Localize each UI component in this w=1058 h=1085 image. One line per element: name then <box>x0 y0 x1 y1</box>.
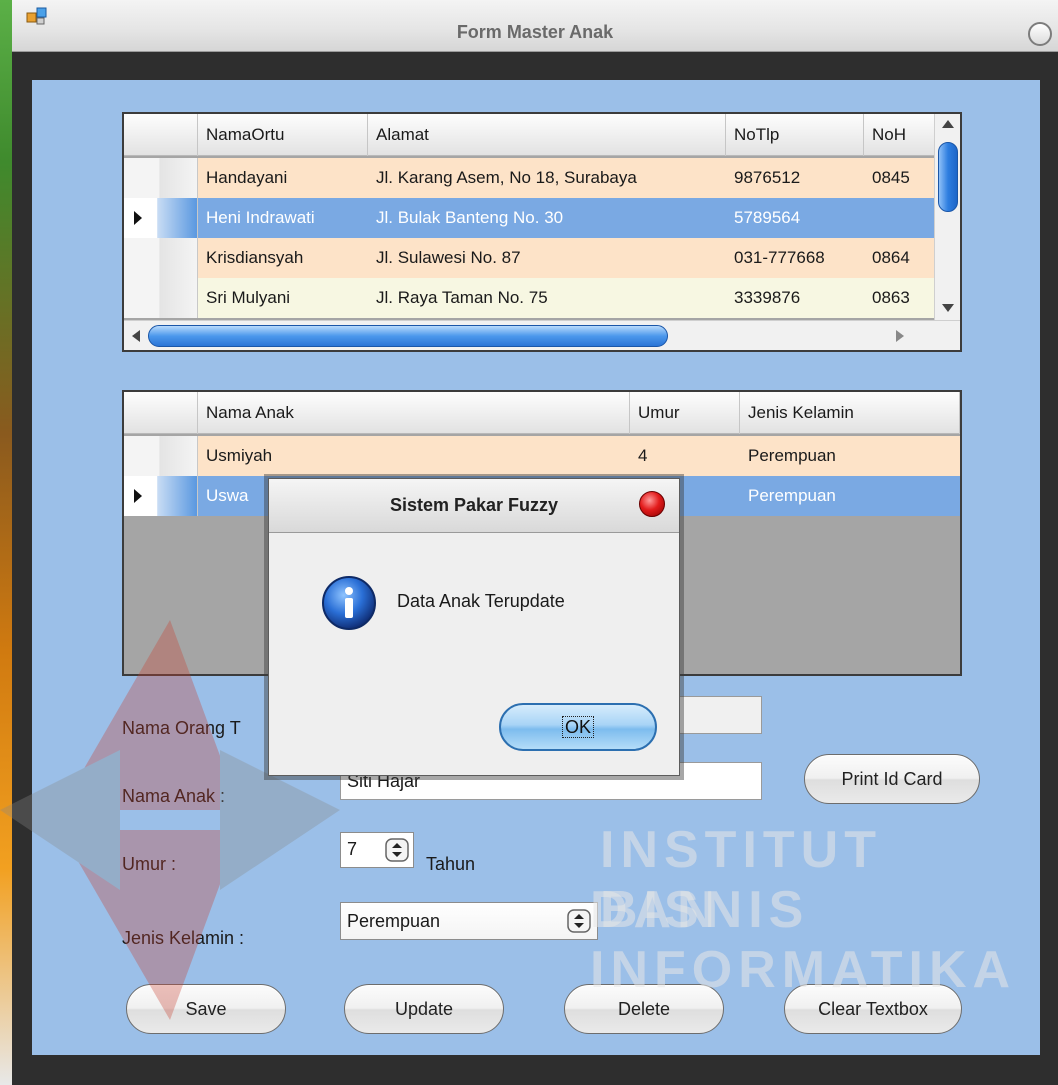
scroll-down-arrow-icon[interactable] <box>942 304 954 312</box>
cell-alamat[interactable]: Jl. Bulak Banteng No. 30 <box>368 198 726 238</box>
cell-notlp[interactable]: 5789564 <box>726 198 864 238</box>
column-header-jenis-kelamin[interactable]: Jenis Kelamin <box>740 392 960 434</box>
dialog-message: Data Anak Terupdate <box>397 591 565 611</box>
table-row[interactable]: Sri Mulyani Jl. Raya Taman No. 75 333987… <box>124 278 936 318</box>
row-header-selected[interactable] <box>124 198 198 238</box>
column-header-umur[interactable]: Umur <box>630 392 740 434</box>
row-selector-arrow-icon <box>134 489 142 503</box>
dialog-title-bar[interactable]: Sistem Pakar Fuzzy <box>269 479 679 533</box>
row-selector-arrow-icon <box>134 211 142 225</box>
children-grid-header: Nama Anak Umur Jenis Kelamin <box>124 392 960 434</box>
cell-alamat[interactable]: Jl. Karang Asem, No 18, Surabaya <box>368 158 726 198</box>
cell-nohp[interactable]: 0845 <box>864 158 936 198</box>
row-header-selected[interactable] <box>124 476 198 516</box>
parents-grid-horizontal-scrollbar[interactable] <box>124 320 960 350</box>
cell-umur[interactable]: 4 <box>630 436 740 476</box>
cell-nohp[interactable] <box>864 198 936 238</box>
cell-alamat[interactable]: Jl. Sulawesi No. 87 <box>368 238 726 278</box>
table-row[interactable]: Handayani Jl. Karang Asem, No 18, Suraba… <box>124 158 936 198</box>
close-icon[interactable] <box>639 491 665 517</box>
cell-namaortu[interactable]: Sri Mulyani <box>198 278 368 318</box>
column-header-namaortu[interactable]: NamaOrtu <box>198 114 368 156</box>
column-header-alamat[interactable]: Alamat <box>368 114 726 156</box>
row-header[interactable] <box>124 278 198 318</box>
scroll-thumb[interactable] <box>938 142 958 212</box>
table-row[interactable]: Krisdiansyah Jl. Sulawesi No. 87 031-777… <box>124 238 936 278</box>
umur-stepper[interactable]: 7 <box>340 832 414 868</box>
scroll-up-arrow-icon[interactable] <box>942 120 954 128</box>
message-dialog[interactable]: Sistem Pakar Fuzzy Data Anak Terupdate O… <box>268 478 680 776</box>
row-header[interactable] <box>124 238 198 278</box>
parents-grid-vertical-scrollbar[interactable] <box>934 114 960 320</box>
spinner-arrows-icon[interactable] <box>385 838 409 862</box>
cell-alamat[interactable]: Jl. Raya Taman No. 75 <box>368 278 726 318</box>
clear-textbox-button[interactable]: Clear Textbox <box>784 984 962 1034</box>
cell-notlp[interactable]: 3339876 <box>726 278 864 318</box>
title-bar[interactable]: Form Master Anak <box>12 0 1058 52</box>
grid-corner <box>124 392 198 434</box>
cell-notlp[interactable]: 9876512 <box>726 158 864 198</box>
scroll-left-arrow-icon[interactable] <box>132 330 140 342</box>
tahun-label: Tahun <box>426 854 476 874</box>
cell-nohp[interactable]: 0864 <box>864 238 936 278</box>
desktop-strip <box>0 0 12 1085</box>
jenis-kelamin-value: Perempuan <box>347 911 441 931</box>
combo-arrows-icon[interactable] <box>567 909 591 933</box>
save-button[interactable]: Save <box>126 984 286 1034</box>
grid-corner <box>124 114 198 156</box>
column-header-nama-anak[interactable]: Nama Anak <box>198 392 630 434</box>
umur-value: 7 <box>347 839 358 859</box>
ok-button[interactable]: OK <box>499 703 657 751</box>
cell-jenis-kelamin[interactable]: Perempuan <box>740 436 960 476</box>
column-header-notlp[interactable]: NoTlp <box>726 114 864 156</box>
row-header[interactable] <box>124 158 198 198</box>
scroll-right-arrow-icon[interactable] <box>896 330 904 342</box>
table-row[interactable]: Usmiyah 4 Perempuan <box>124 436 960 476</box>
ok-button-label: OK <box>561 716 594 738</box>
info-icon <box>322 576 376 630</box>
table-row-selected[interactable]: Heni Indrawati Jl. Bulak Banteng No. 30 … <box>124 198 936 238</box>
update-button[interactable]: Update <box>344 984 504 1034</box>
parents-grid[interactable]: NamaOrtu Alamat NoTlp NoH Handayani Jl. … <box>122 112 962 352</box>
delete-button[interactable]: Delete <box>564 984 724 1034</box>
jenis-kelamin-label: Jenis Kelamin : <box>122 928 245 948</box>
cell-namaortu[interactable]: Krisdiansyah <box>198 238 368 278</box>
cell-nohp[interactable]: 0863 <box>864 278 936 318</box>
scroll-thumb[interactable] <box>148 325 668 347</box>
nama-orang-tua-label: Nama Orang T <box>122 718 241 738</box>
nama-anak-label: Nama Anak : <box>122 786 226 806</box>
cell-notlp[interactable]: 031-777668 <box>726 238 864 278</box>
print-id-card-button[interactable]: Print Id Card <box>804 754 980 804</box>
cell-nama-anak[interactable]: Usmiyah <box>198 436 630 476</box>
jenis-kelamin-select[interactable]: Perempuan <box>340 902 598 940</box>
dialog-title: Sistem Pakar Fuzzy <box>389 495 559 515</box>
column-header-nohp[interactable]: NoH <box>864 114 936 156</box>
window-title: Form Master Anak <box>456 22 614 42</box>
parents-grid-header: NamaOrtu Alamat NoTlp NoH <box>124 114 936 156</box>
cell-jenis-kelamin[interactable]: Perempuan <box>740 476 960 516</box>
umur-label: Umur : <box>122 854 176 874</box>
cell-namaortu[interactable]: Handayani <box>198 158 368 198</box>
row-header[interactable] <box>124 436 198 476</box>
window-control-button[interactable] <box>1028 22 1052 46</box>
cell-namaortu[interactable]: Heni Indrawati <box>198 198 368 238</box>
